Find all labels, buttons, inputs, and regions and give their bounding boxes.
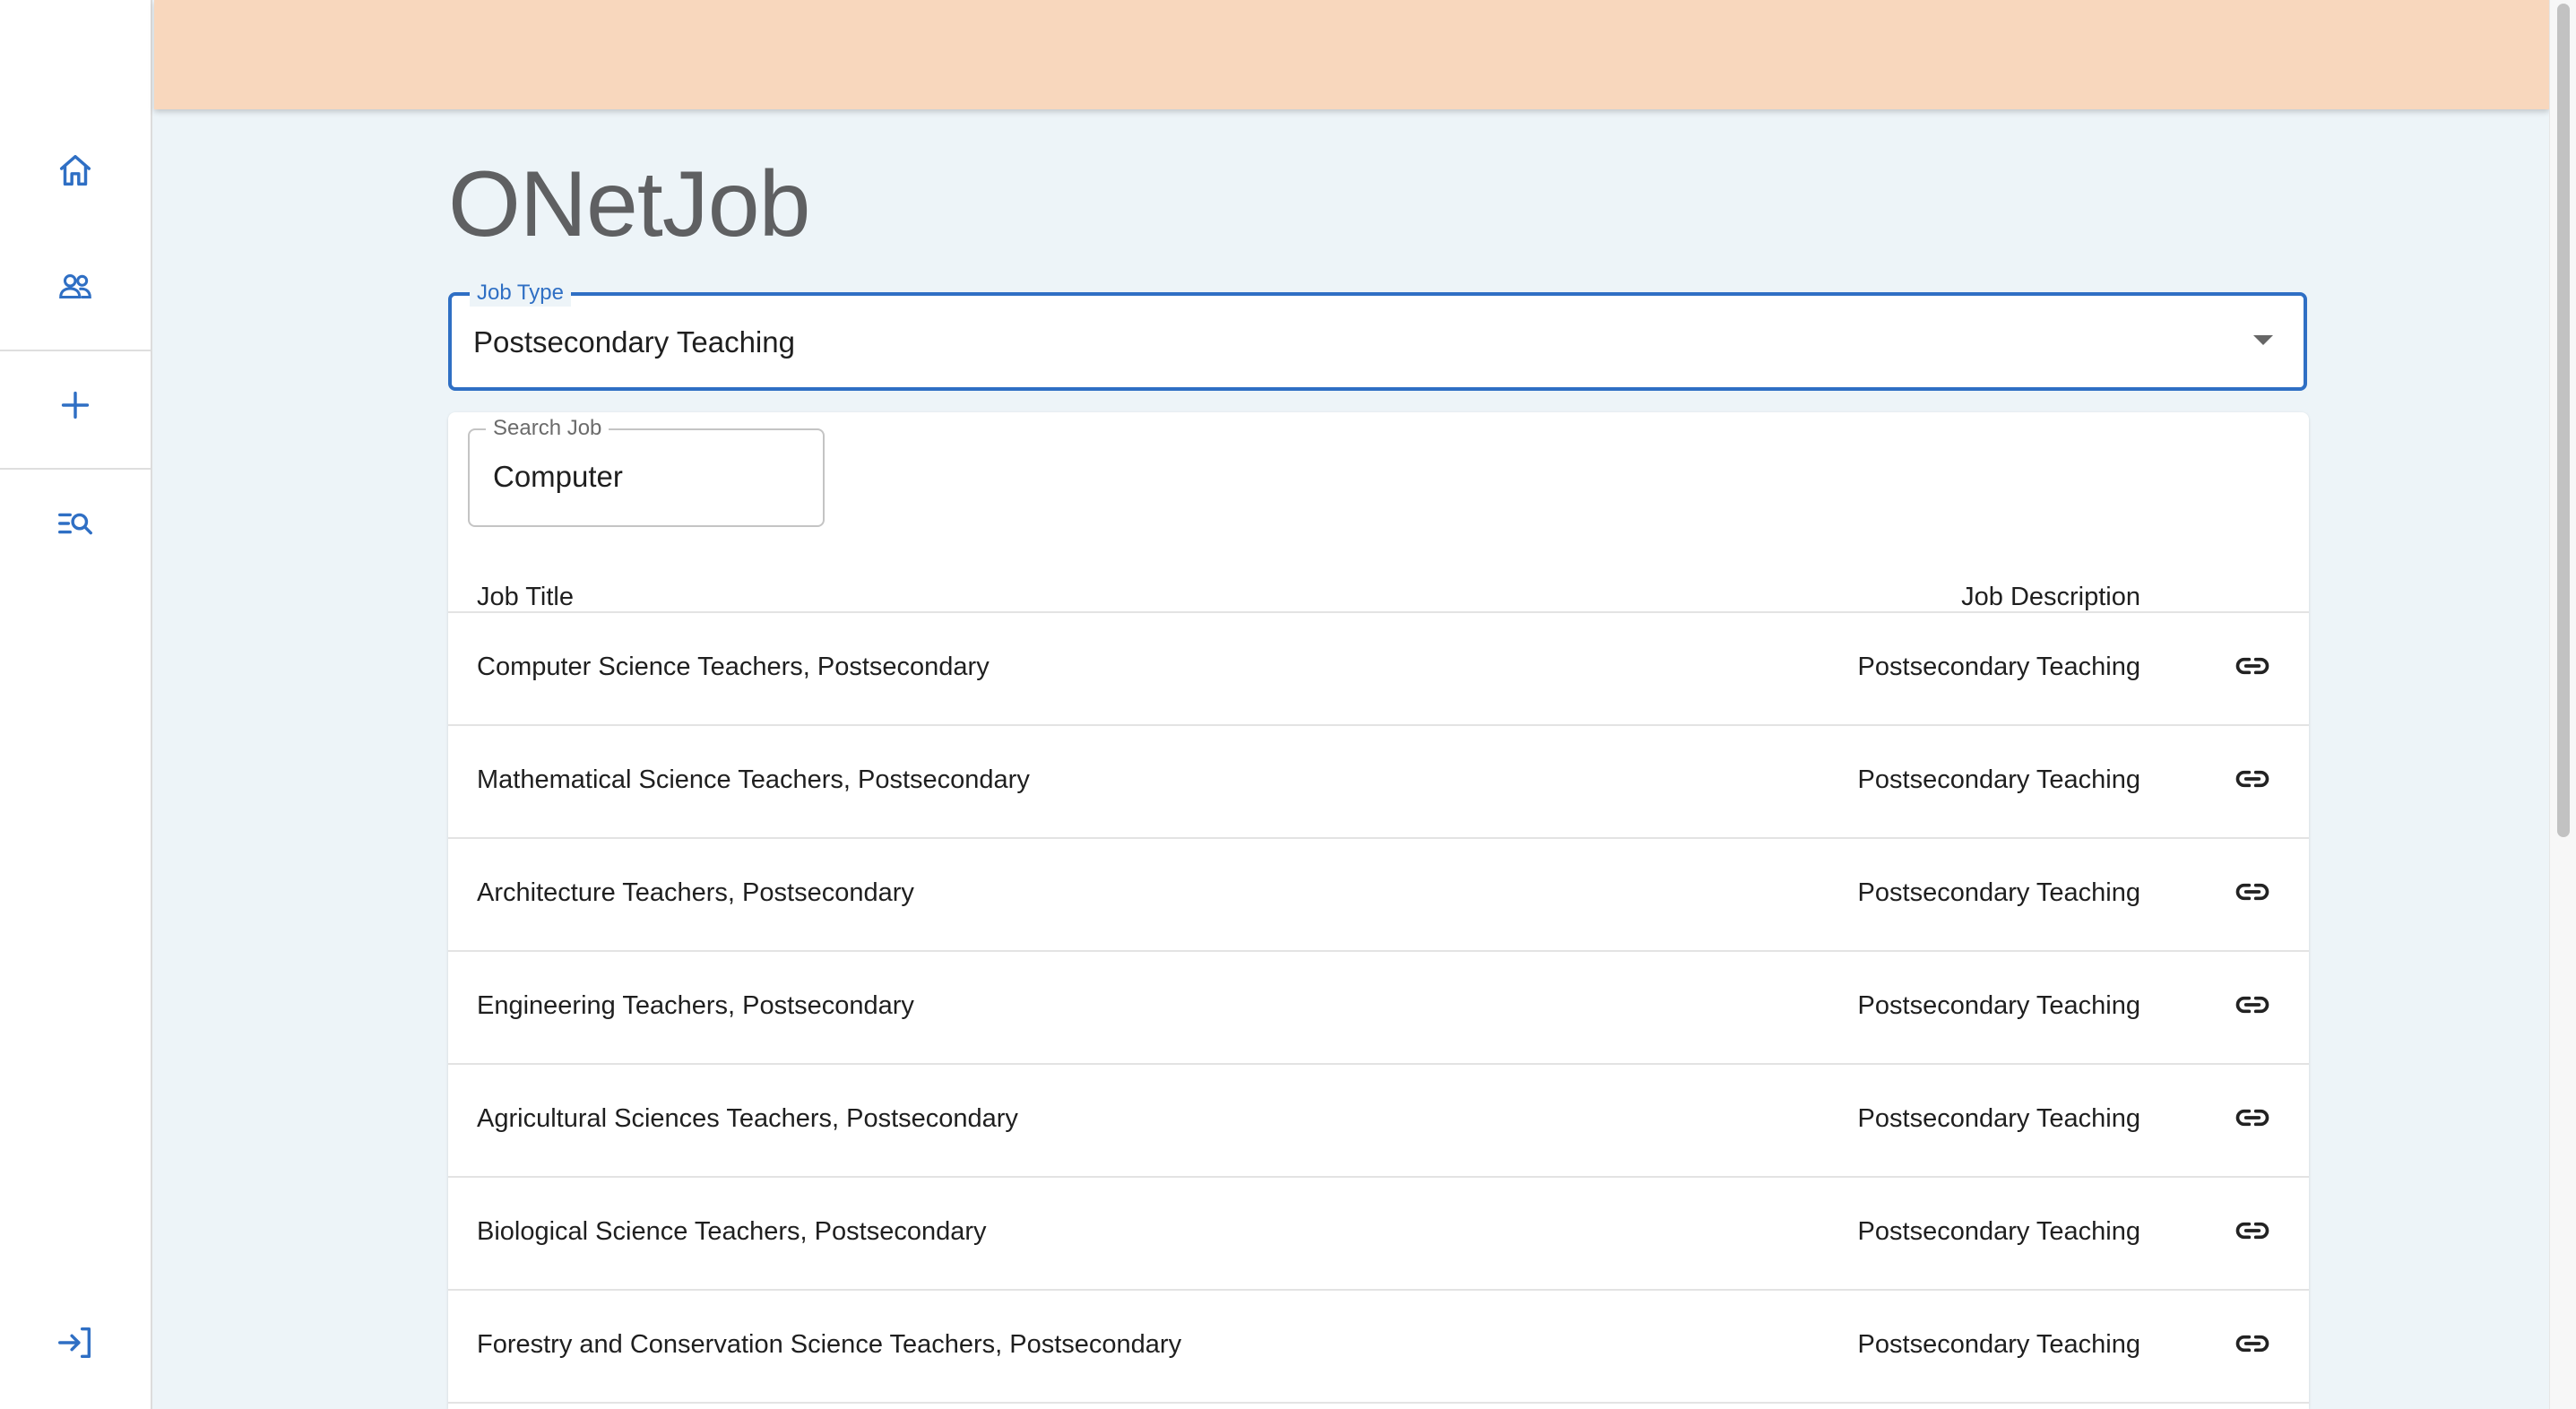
nav-people-button[interactable] [0, 251, 151, 323]
login-icon [58, 1327, 91, 1359]
job-type-select[interactable]: Job Type Postsecondary Teaching [448, 280, 2307, 391]
open-link-button[interactable] [2232, 758, 2273, 800]
table-body: Computer Science Teachers, Postsecondary… [448, 613, 2309, 1404]
link-icon [2235, 1109, 2269, 1127]
search-job-label: Search Job [486, 416, 609, 441]
table-row: Biological Science Teachers, Postseconda… [448, 1178, 2309, 1291]
nav-login-button[interactable] [0, 1307, 151, 1379]
job-description-cell: Postsecondary Teaching [1857, 1330, 2140, 1359]
job-description-cell: Postsecondary Teaching [1857, 878, 2140, 907]
link-icon [2235, 657, 2269, 675]
column-header-job-title: Job Title [477, 583, 574, 611]
job-type-value: Postsecondary Teaching [473, 325, 795, 359]
job-title-cell: Biological Science Teachers, Postseconda… [477, 1217, 987, 1246]
open-link-button[interactable] [2232, 1097, 2273, 1138]
link-icon [2235, 883, 2269, 901]
sidebar-divider [0, 350, 151, 351]
job-description-cell: Postsecondary Teaching [1857, 653, 2140, 681]
open-link-button[interactable] [2232, 645, 2273, 687]
people-icon [59, 274, 91, 299]
scrollbar-thumb[interactable] [2557, 4, 2570, 837]
table-row: Computer Science Teachers, Postsecondary… [448, 613, 2309, 726]
nav-home-button[interactable] [0, 134, 151, 206]
search-job-input[interactable] [493, 457, 798, 497]
search-job-field[interactable]: Search Job [468, 416, 825, 527]
column-header-job-description: Job Description [1961, 583, 2140, 611]
job-title-cell: Engineering Teachers, Postsecondary [477, 991, 914, 1020]
chevron-down-icon [2253, 335, 2273, 345]
open-link-button[interactable] [2232, 984, 2273, 1025]
sidebar-divider [0, 468, 151, 470]
link-icon [2235, 770, 2269, 788]
page-scrollbar[interactable] [2549, 0, 2576, 1409]
table-row: Agricultural Sciences Teachers, Postseco… [448, 1065, 2309, 1178]
open-link-button[interactable] [2232, 1323, 2273, 1364]
table-header: Job Title Job Description [448, 556, 2309, 613]
nav-search-list-button[interactable] [0, 488, 151, 559]
nav-add-button[interactable] [0, 369, 151, 441]
job-description-cell: Postsecondary Teaching [1857, 991, 2140, 1020]
open-link-button[interactable] [2232, 1210, 2273, 1251]
search-list-icon [58, 513, 92, 535]
job-description-cell: Postsecondary Teaching [1857, 1104, 2140, 1133]
job-title-cell: Architecture Teachers, Postsecondary [477, 878, 914, 907]
job-title-cell: Mathematical Science Teachers, Postsecon… [477, 765, 1030, 794]
table-row: Architecture Teachers, Postsecondary Pos… [448, 839, 2309, 952]
link-icon [2235, 996, 2269, 1014]
page-title: ONetJob [448, 152, 810, 256]
plus-icon [61, 391, 90, 419]
job-title-cell: Forestry and Conservation Science Teache… [477, 1330, 1182, 1359]
job-title-cell: Computer Science Teachers, Postsecondary [477, 653, 990, 681]
table-row: Mathematical Science Teachers, Postsecon… [448, 726, 2309, 839]
sidebar [0, 0, 152, 1409]
link-icon [2235, 1335, 2269, 1353]
home-icon [59, 154, 91, 186]
top-app-bar [154, 0, 2549, 109]
open-link-button[interactable] [2232, 871, 2273, 912]
job-description-cell: Postsecondary Teaching [1857, 765, 2140, 794]
job-title-cell: Agricultural Sciences Teachers, Postseco… [477, 1104, 1018, 1133]
job-description-cell: Postsecondary Teaching [1857, 1217, 2140, 1246]
link-icon [2235, 1222, 2269, 1240]
jobs-card: Search Job Job Title Job Description Com… [448, 412, 2309, 1409]
table-row: Forestry and Conservation Science Teache… [448, 1291, 2309, 1404]
table-row: Engineering Teachers, Postsecondary Post… [448, 952, 2309, 1065]
job-type-label: Job Type [470, 280, 571, 307]
